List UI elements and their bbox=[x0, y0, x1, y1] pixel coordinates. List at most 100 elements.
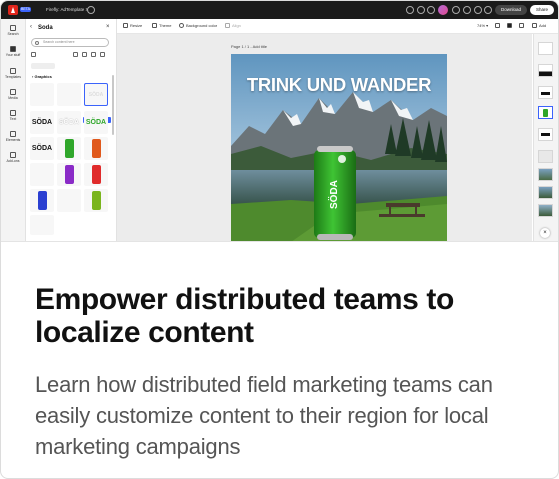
canvas-area[interactable]: Page 1 / 1 - Add title TRINK UND WANDER … bbox=[117, 34, 532, 242]
back-icon[interactable]: ‹ bbox=[30, 24, 32, 30]
rail-item-your-stuff[interactable]: Your stuff bbox=[1, 46, 25, 57]
page-thumb-selected[interactable] bbox=[538, 106, 553, 119]
sort-icon[interactable] bbox=[100, 52, 105, 57]
rail-label: Text bbox=[9, 117, 17, 121]
filter-icon[interactable] bbox=[31, 52, 36, 57]
cloud-icon bbox=[87, 6, 95, 14]
card-headline[interactable]: Empower distributed teams to localize co… bbox=[35, 283, 535, 349]
rail-label: Your stuff bbox=[5, 53, 21, 57]
page-label[interactable]: Page 1 / 1 - Add title bbox=[231, 44, 267, 49]
asset-thumb[interactable] bbox=[30, 83, 54, 106]
asset-thumb-selected[interactable]: SÖDA bbox=[84, 83, 108, 106]
asset-thumb[interactable] bbox=[57, 189, 81, 212]
background-color-button[interactable]: Background color bbox=[179, 19, 217, 33]
asset-thumb-soda-green[interactable]: SÖDA bbox=[84, 111, 108, 134]
panel-scrollbar[interactable] bbox=[112, 75, 114, 135]
asset-thumb[interactable] bbox=[30, 163, 54, 186]
can-graphic bbox=[92, 191, 101, 210]
comment-icon[interactable] bbox=[484, 6, 492, 14]
rail-label: Add-ons bbox=[6, 159, 20, 163]
asset-thumb-soda-black[interactable]: SÖDA bbox=[30, 137, 54, 160]
search-input[interactable]: Search content here bbox=[31, 38, 109, 47]
app-top-bar: BETA Firefly: AdTemplate X Download Shar… bbox=[1, 1, 558, 19]
asset-thumb-can-orange[interactable] bbox=[84, 137, 108, 160]
asset-thumb[interactable] bbox=[57, 83, 81, 106]
section-label: › Graphics bbox=[32, 74, 52, 79]
background-label: Background color bbox=[186, 23, 218, 28]
can-graphic bbox=[38, 191, 47, 210]
divider bbox=[1, 241, 558, 242]
asset-thumb-can-lime[interactable] bbox=[84, 189, 108, 212]
asset-thumb[interactable] bbox=[31, 63, 55, 69]
rail-label: Media bbox=[8, 96, 18, 100]
asset-thumb-can-purple[interactable] bbox=[57, 163, 81, 186]
share-button[interactable]: Share bbox=[530, 5, 554, 15]
redo-icon[interactable] bbox=[463, 6, 471, 14]
page-thumb[interactable] bbox=[538, 150, 553, 163]
asset-thumb[interactable] bbox=[30, 215, 54, 235]
apps-icon[interactable] bbox=[427, 6, 435, 14]
theme-label: Theme bbox=[159, 23, 172, 28]
close-icon[interactable]: × bbox=[106, 24, 110, 30]
rail-item-elements[interactable]: Elements bbox=[1, 131, 25, 142]
grid-view-icon[interactable] bbox=[73, 52, 78, 57]
page-thumb[interactable] bbox=[538, 204, 553, 217]
settings-icon[interactable] bbox=[91, 52, 96, 57]
undo-icon[interactable] bbox=[452, 6, 460, 14]
zoom-select[interactable]: 74% ▾ bbox=[477, 19, 488, 33]
soda-logo: SÖDA bbox=[31, 119, 53, 126]
soda-logo: SÖDA bbox=[85, 119, 107, 126]
adobe-logo-icon[interactable] bbox=[8, 5, 18, 15]
cloud-icon[interactable] bbox=[82, 52, 87, 57]
grid-button[interactable] bbox=[507, 19, 514, 33]
promo-card[interactable]: BETA Firefly: AdTemplate X Download Shar… bbox=[0, 0, 559, 479]
avatar[interactable] bbox=[438, 5, 448, 15]
artboard-headline[interactable]: TRINK UND WANDER bbox=[231, 74, 447, 96]
code-icon[interactable] bbox=[406, 6, 414, 14]
history-icon[interactable] bbox=[474, 6, 482, 14]
resize-icon bbox=[123, 23, 128, 29]
thumb-graphic bbox=[541, 92, 550, 95]
asset-thumb-soda-white[interactable]: SÖDA bbox=[57, 111, 81, 134]
add-button[interactable]: Add bbox=[532, 19, 546, 33]
layers-button[interactable] bbox=[495, 19, 502, 33]
editor-toolbar: Resize Theme Background color Align 74% … bbox=[117, 19, 558, 34]
layers-icon bbox=[495, 23, 500, 29]
rail-item-text[interactable]: Text bbox=[1, 110, 25, 121]
can-graphic bbox=[65, 139, 74, 158]
align-icon bbox=[225, 23, 230, 29]
grid-icon bbox=[507, 23, 512, 29]
rail-item-templates[interactable]: Templates bbox=[1, 68, 25, 79]
page-thumb[interactable] bbox=[538, 168, 553, 181]
search-icon bbox=[35, 40, 39, 45]
download-button[interactable]: Download bbox=[495, 5, 527, 15]
align-button[interactable]: Align bbox=[225, 19, 241, 33]
rail-label: Elements bbox=[5, 138, 21, 142]
beta-badge: BETA bbox=[20, 7, 31, 12]
text-icon bbox=[10, 110, 16, 116]
asset-thumb-can-red[interactable] bbox=[84, 163, 108, 186]
section-label-text: Graphics bbox=[34, 74, 52, 79]
theme-button[interactable]: Theme bbox=[152, 19, 171, 33]
can-graphic bbox=[65, 165, 74, 184]
panel-title: Soda bbox=[38, 25, 53, 31]
rail-item-media[interactable]: Media bbox=[1, 89, 25, 100]
theme-icon bbox=[152, 23, 157, 29]
rail-item-search[interactable]: Search bbox=[1, 25, 25, 36]
close-icon[interactable]: × bbox=[540, 228, 550, 238]
artboard[interactable]: TRINK UND WANDER SÖDA bbox=[231, 54, 447, 242]
asset-thumb-soda-black[interactable]: SÖDA bbox=[30, 111, 54, 134]
page-thumb[interactable] bbox=[538, 64, 553, 77]
image-icon bbox=[10, 89, 16, 95]
asset-thumb-can-blue[interactable] bbox=[30, 189, 54, 212]
page-thumb[interactable] bbox=[538, 86, 553, 99]
help-icon[interactable] bbox=[417, 6, 425, 14]
rail-item-add-ons[interactable]: Add-ons bbox=[1, 152, 25, 163]
document-tab-title[interactable]: Firefly: AdTemplate X bbox=[46, 1, 89, 19]
page-thumb[interactable] bbox=[538, 42, 553, 55]
present-button[interactable] bbox=[519, 19, 526, 33]
asset-thumb-can-green[interactable] bbox=[57, 137, 81, 160]
page-thumb[interactable] bbox=[538, 128, 553, 141]
page-thumb[interactable] bbox=[538, 186, 553, 199]
resize-button[interactable]: Resize bbox=[123, 19, 142, 33]
